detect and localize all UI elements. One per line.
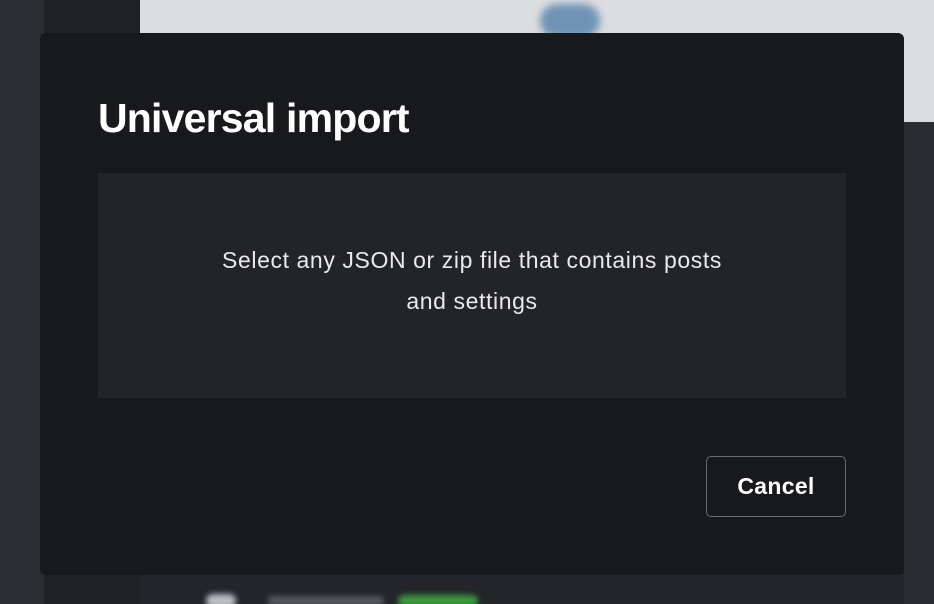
file-dropzone[interactable]: Select any JSON or zip file that contain… xyxy=(98,173,846,398)
cancel-button[interactable]: Cancel xyxy=(706,456,846,517)
background-avatar xyxy=(206,594,236,604)
background-text xyxy=(268,596,384,604)
background-panel xyxy=(904,122,934,604)
dropzone-instructions: Select any JSON or zip file that contain… xyxy=(222,246,722,314)
modal-title: Universal import xyxy=(98,95,410,141)
universal-import-modal: Universal import Select any JSON or zip … xyxy=(40,33,904,575)
background-status-badge xyxy=(398,595,478,604)
background-nav-strip xyxy=(0,0,44,604)
